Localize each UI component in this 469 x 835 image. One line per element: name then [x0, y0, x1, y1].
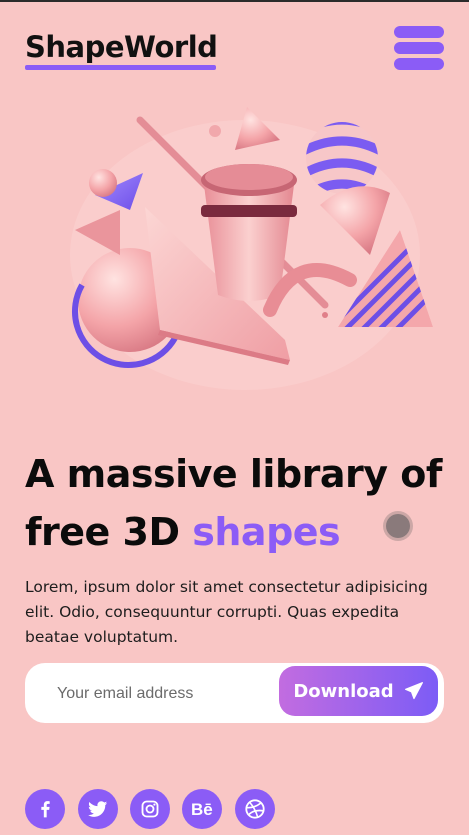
- email-field[interactable]: [55, 681, 279, 707]
- logo[interactable]: ShapeWorld: [25, 30, 218, 64]
- menu-button[interactable]: [394, 26, 444, 70]
- hamburger-menu-icon: [394, 26, 444, 38]
- download-button[interactable]: Download: [279, 666, 438, 716]
- paper-plane-icon: [404, 682, 423, 700]
- behance-icon: Bē: [191, 800, 213, 819]
- twitter-icon: [88, 801, 108, 817]
- email-form: Download: [25, 663, 444, 723]
- twitter-link[interactable]: [78, 789, 118, 829]
- headline-accent: shapes: [192, 510, 341, 554]
- facebook-icon: [41, 801, 50, 818]
- top-border: [0, 0, 469, 2]
- hero-illustration: [70, 107, 433, 390]
- instagram-link[interactable]: [130, 789, 170, 829]
- hero-description: Lorem, ipsum dolor sit amet consectetur …: [25, 578, 428, 646]
- download-button-label: Download: [293, 680, 394, 702]
- page-title: A massive library of free 3D shapes: [25, 445, 455, 561]
- instagram-icon: [141, 800, 159, 818]
- behance-link[interactable]: Bē: [182, 789, 222, 829]
- facebook-link[interactable]: [25, 789, 65, 829]
- svg-text:Bē: Bē: [191, 800, 213, 819]
- dribbble-icon: [245, 799, 265, 819]
- logo-underline: [25, 65, 216, 70]
- mouse-cursor: [386, 514, 410, 538]
- dribbble-link[interactable]: [235, 789, 275, 829]
